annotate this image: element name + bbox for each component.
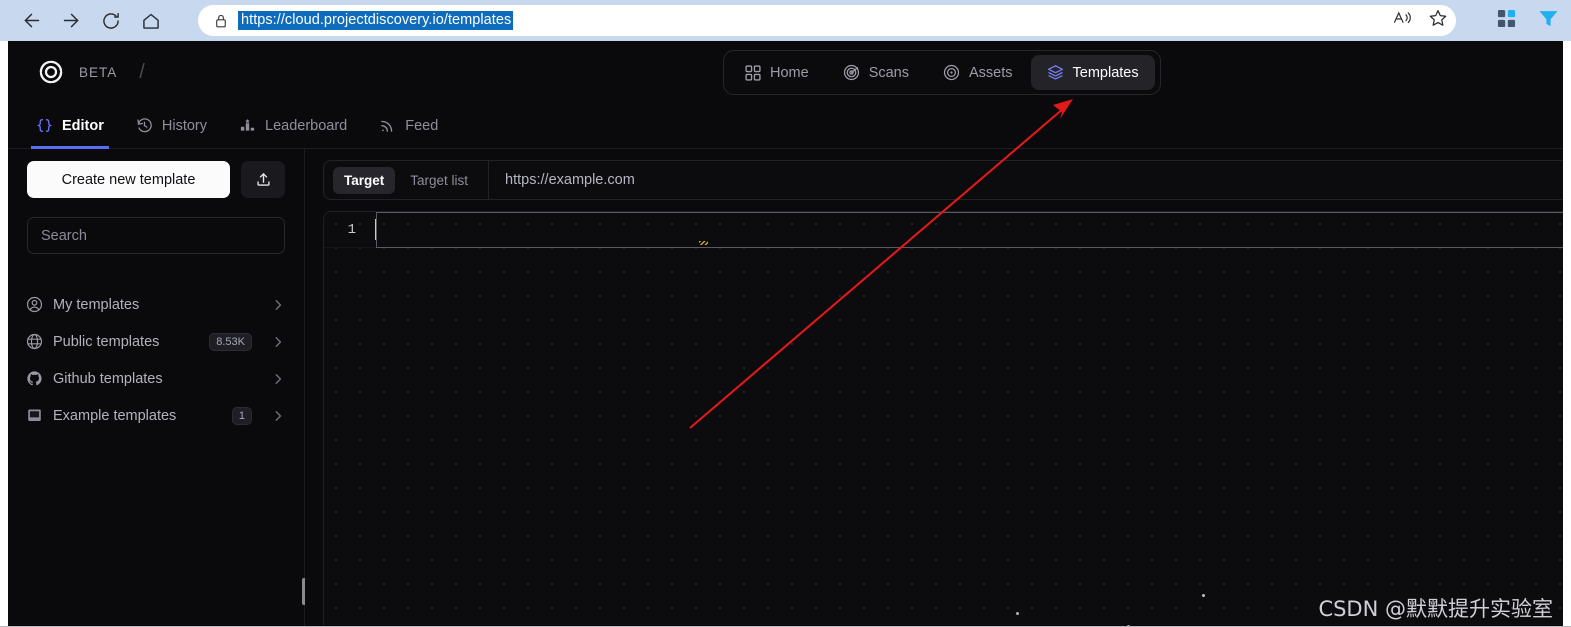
sidebar-item-my-templates[interactable]: My templates — [8, 286, 304, 323]
web-app-content: BETA / Home Scans Assets Templates Edito… — [8, 41, 1563, 627]
home-icon — [143, 13, 159, 29]
editor-line-1[interactable]: 1 — [324, 212, 1563, 248]
line-number: 1 — [347, 221, 356, 238]
user-circle-icon — [26, 296, 43, 313]
section-tabs: Editor History Leaderboard Feed — [8, 103, 1563, 149]
browser-nav-buttons — [0, 5, 168, 37]
target-bar: Target Target list https://example.com — [323, 160, 1563, 200]
lock-icon — [216, 14, 226, 27]
segment-target-list[interactable]: Target list — [399, 167, 479, 194]
extensions-button[interactable] — [1497, 9, 1516, 33]
site-info-button[interactable] — [208, 8, 234, 34]
sidebar-item-example-templates[interactable]: Example templates 1 — [8, 397, 304, 434]
upload-icon — [256, 173, 270, 186]
extensions-grid-icon — [1497, 9, 1516, 27]
forward-button[interactable] — [54, 5, 88, 37]
url-text: https://cloud.projectdiscovery.io/templa… — [238, 11, 514, 30]
braces-icon — [36, 119, 53, 132]
upload-template-button[interactable] — [241, 161, 285, 198]
sidebar-item-github-templates[interactable]: Github templates — [8, 360, 304, 397]
chevron-right-icon — [271, 298, 285, 312]
projectdiscovery-logo-icon — [39, 60, 63, 84]
error-squiggle-icon — [699, 241, 708, 245]
templates-sidebar: Create new template Search My templates … — [8, 149, 306, 627]
main-body: Create new template Search My templates … — [8, 149, 1563, 627]
editor-panel: Target Target list https://example.com 1 — [305, 149, 1563, 627]
sidebar-item-label: Github templates — [53, 370, 163, 387]
nav-pill-label: Templates — [1072, 64, 1139, 81]
back-button[interactable] — [14, 5, 48, 37]
sidebar-item-label: My templates — [53, 296, 140, 313]
sidebar-item-label: Example templates — [53, 407, 177, 424]
github-icon — [27, 371, 42, 386]
back-arrow-icon — [24, 13, 39, 28]
sidebar-list: My templates Public templates 8.53K Gith… — [8, 286, 304, 434]
chevron-right-icon — [271, 335, 285, 349]
tab-label: Feed — [405, 117, 439, 134]
nav-pill-label: Home — [770, 64, 809, 81]
address-bar[interactable]: https://cloud.projectdiscovery.io/templa… — [198, 5, 1456, 36]
beta-label: BETA — [79, 64, 118, 80]
grid-icon — [745, 64, 761, 81]
nav-pill-label: Assets — [969, 64, 1013, 81]
editor-active-line-top — [376, 212, 1563, 213]
brand[interactable]: BETA / — [8, 57, 145, 87]
funnel-icon — [1539, 10, 1558, 26]
watermark: CSDN @默默提升实验室 — [1318, 597, 1553, 621]
brand-separator: / — [139, 60, 145, 83]
forward-arrow-icon — [63, 13, 78, 28]
bar-chart-icon — [240, 118, 255, 131]
chevron-right-icon — [271, 372, 285, 386]
search-input[interactable] — [41, 227, 271, 244]
refresh-icon — [103, 12, 119, 29]
refresh-button[interactable] — [94, 5, 128, 37]
sidebar-actions: Create new template — [8, 149, 304, 198]
editor-active-line-left — [376, 212, 377, 248]
nav-pill-assets[interactable]: Assets — [927, 55, 1029, 90]
rss-icon — [381, 120, 393, 132]
omnibox-actions — [1392, 5, 1448, 36]
target-url-input[interactable]: https://example.com — [489, 161, 1563, 199]
favorites-button[interactable] — [1428, 8, 1448, 33]
globe-icon — [26, 333, 43, 350]
sidebar-item-label: Public templates — [53, 333, 160, 350]
sidebar-item-badge: 8.53K — [209, 332, 252, 351]
target-mode-switch: Target Target list — [324, 161, 488, 199]
tab-label: Editor — [62, 117, 104, 134]
tab-leaderboard[interactable]: Leaderboard — [239, 103, 347, 149]
tab-label: Leaderboard — [265, 117, 348, 134]
chevron-right-icon — [271, 409, 285, 423]
nav-pill-home[interactable]: Home — [729, 55, 825, 90]
tab-history[interactable]: History — [136, 103, 207, 149]
target-icon — [943, 64, 960, 81]
radar-icon — [843, 64, 859, 81]
segment-target[interactable]: Target — [333, 166, 396, 194]
editor-active-line-bottom — [376, 247, 1563, 248]
tab-label: History — [161, 117, 208, 134]
primary-nav: Home Scans Assets Templates — [723, 50, 1161, 95]
read-aloud-button[interactable] — [1392, 9, 1414, 32]
history-clock-icon — [137, 118, 152, 133]
layers-icon — [1047, 65, 1063, 80]
collections-button[interactable] — [1538, 9, 1559, 33]
particle — [1016, 612, 1019, 615]
star-icon — [1429, 10, 1447, 26]
tab-feed[interactable]: Feed — [379, 103, 438, 149]
browser-right-actions — [1497, 0, 1559, 41]
tab-editor[interactable]: Editor — [31, 103, 109, 149]
particle — [1202, 594, 1205, 597]
nav-pill-templates[interactable]: Templates — [1030, 55, 1155, 90]
nav-pill-label: Scans — [868, 64, 909, 81]
search-box[interactable] — [27, 217, 285, 254]
create-new-template-button[interactable]: Create new template — [27, 161, 230, 198]
sidebar-item-badge: 1 — [231, 406, 252, 425]
code-editor[interactable]: 1 — [323, 211, 1563, 627]
app-header: BETA / Home Scans Assets Templates — [8, 41, 1563, 103]
read-aloud-icon — [1393, 11, 1411, 24]
book-icon — [28, 409, 41, 421]
nav-pill-scans[interactable]: Scans — [827, 55, 925, 90]
browser-toolbar: https://cloud.projectdiscovery.io/templa… — [0, 0, 1571, 41]
home-button[interactable] — [134, 5, 168, 37]
sidebar-item-public-templates[interactable]: Public templates 8.53K — [8, 323, 304, 360]
